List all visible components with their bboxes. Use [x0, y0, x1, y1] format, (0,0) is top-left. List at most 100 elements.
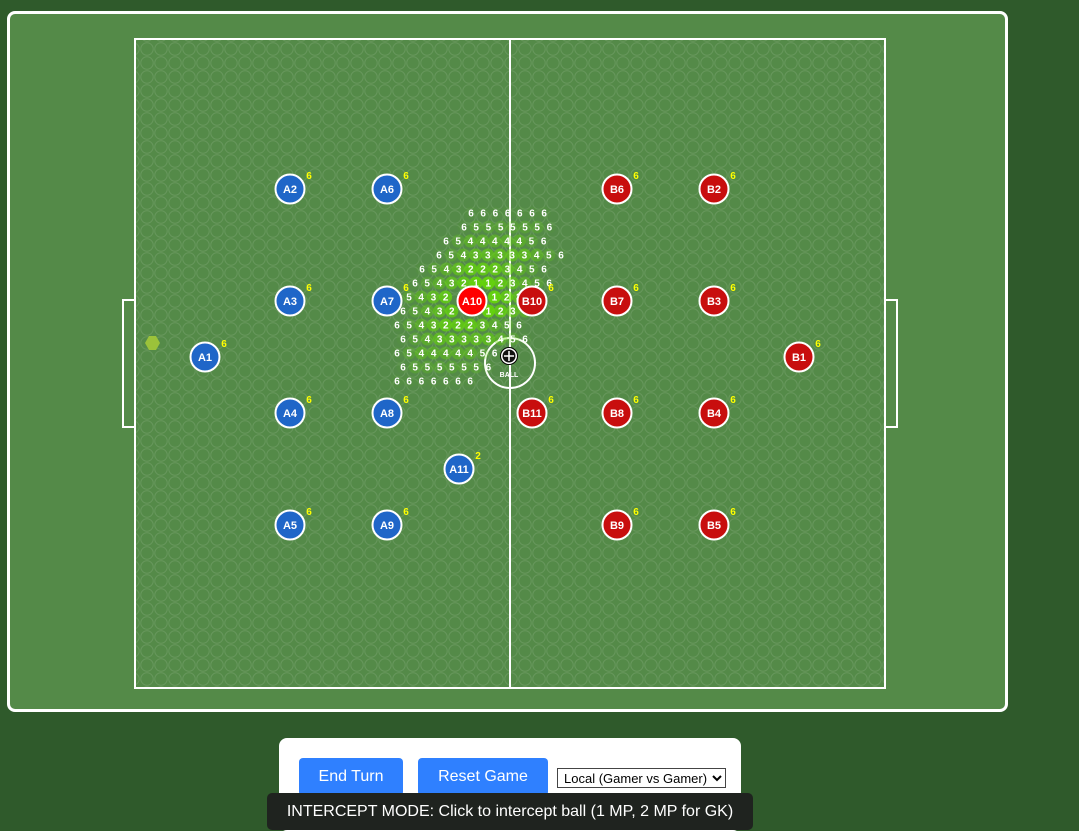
- range-cost: 6: [468, 209, 474, 220]
- range-cost: 3: [431, 293, 437, 304]
- movement-points: 6: [403, 171, 409, 182]
- range-cost: 4: [444, 265, 450, 276]
- range-cost: 3: [449, 279, 455, 290]
- range-cost: 4: [437, 279, 443, 290]
- range-cost: 5: [455, 237, 461, 248]
- range-cost: 2: [443, 293, 449, 304]
- movement-points: 6: [306, 395, 312, 406]
- range-cost: 6: [467, 377, 473, 388]
- range-cost: 6: [529, 209, 535, 220]
- range-cost: 6: [547, 223, 553, 234]
- movement-points: 6: [815, 339, 821, 350]
- range-cost: 5: [546, 251, 552, 262]
- movement-points: 6: [403, 395, 409, 406]
- range-cost: 4: [431, 349, 437, 360]
- player-label: B11: [522, 408, 542, 420]
- range-cost: 3: [510, 307, 516, 318]
- range-cost: 5: [498, 223, 504, 234]
- player-label: A10: [462, 296, 482, 308]
- range-cost: 6: [394, 377, 400, 388]
- range-cost: 3: [473, 251, 479, 262]
- range-cost: 5: [522, 223, 528, 234]
- range-cost: 4: [504, 237, 510, 248]
- range-cost: 3: [437, 335, 443, 346]
- range-cost: 6: [400, 307, 406, 318]
- range-cost: 5: [437, 363, 443, 374]
- pitch[interactable]: 6 6 6 6 6 6 66 5 5 5 5 5 5 66 5 4 4 4 4 4 5 66 5 4 3 3 3 3 3 4 5 66 5 4 3 2…: [0, 0, 1079, 831]
- reset-game-button[interactable]: Reset Game: [418, 758, 548, 796]
- game-mode-select[interactable]: Local (Gamer vs Gamer): [557, 768, 726, 788]
- range-cost: 4: [534, 251, 540, 262]
- range-cost: 3: [449, 335, 455, 346]
- player-label: B3: [707, 296, 721, 308]
- range-cost: 6: [394, 349, 400, 360]
- range-cost: 4: [480, 237, 486, 248]
- range-cost: 6: [419, 377, 425, 388]
- range-cost: 5: [448, 251, 454, 262]
- movement-points: 6: [306, 283, 312, 294]
- range-cost: 6: [522, 335, 528, 346]
- range-cost: 3: [509, 251, 515, 262]
- player-label: B8: [610, 408, 624, 420]
- range-cost: 6: [431, 377, 437, 388]
- range-cost: 4: [492, 321, 498, 332]
- range-cost: 3: [485, 251, 491, 262]
- range-cost: 6: [461, 223, 467, 234]
- range-cost: 5: [529, 265, 535, 276]
- range-cost: 2: [498, 279, 504, 290]
- movement-points: 6: [730, 171, 736, 182]
- range-cost: 6: [400, 335, 406, 346]
- range-cost: 2: [498, 307, 504, 318]
- range-cost: 5: [504, 321, 510, 332]
- end-turn-button[interactable]: End Turn: [299, 758, 403, 796]
- range-cost: 6: [455, 377, 461, 388]
- range-cost: 6: [541, 265, 547, 276]
- movement-points: 2: [475, 451, 481, 462]
- range-cost: 6: [412, 279, 418, 290]
- movement-points: 6: [403, 283, 409, 294]
- range-cost: 4: [455, 349, 461, 360]
- range-cost: 1: [485, 279, 491, 290]
- player-label: A6: [380, 184, 394, 196]
- range-cost: 3: [456, 265, 462, 276]
- range-cost: 6: [443, 377, 449, 388]
- range-cost: 6: [505, 209, 511, 220]
- range-cost: 6: [400, 363, 406, 374]
- range-cost: 5: [412, 335, 418, 346]
- range-cost: 4: [425, 307, 431, 318]
- player-label: A1: [198, 352, 212, 364]
- range-cost: 6: [517, 209, 523, 220]
- range-cost: 5: [480, 349, 486, 360]
- range-cost: 6: [558, 251, 564, 262]
- player-label: A11: [449, 464, 469, 476]
- player-label: A8: [380, 408, 394, 420]
- right-goal: [885, 299, 898, 428]
- range-cost: 6: [486, 363, 492, 374]
- player-label: B10: [522, 296, 542, 308]
- player-label: A9: [380, 520, 394, 532]
- range-cost: 2: [480, 265, 486, 276]
- range-cost: 4: [443, 349, 449, 360]
- range-cost: 3: [437, 307, 443, 318]
- range-cost: 6: [541, 209, 547, 220]
- range-cost: 2: [504, 293, 510, 304]
- range-cost: 4: [498, 335, 504, 346]
- player-label: A4: [283, 408, 298, 420]
- movement-points: 6: [730, 507, 736, 518]
- range-cost: 3: [510, 279, 516, 290]
- movement-points: 6: [633, 507, 639, 518]
- range-cost: 3: [505, 265, 511, 276]
- range-cost: 1: [486, 307, 492, 318]
- movement-points: 6: [548, 283, 554, 294]
- player-token-a10[interactable]: A10: [456, 285, 488, 317]
- range-cost: 2: [443, 321, 449, 332]
- range-cost: 5: [406, 293, 412, 304]
- range-cost: 5: [425, 363, 431, 374]
- player-label: B6: [610, 184, 624, 196]
- range-cost: 3: [497, 251, 503, 262]
- player-label: A7: [380, 296, 394, 308]
- left-goal: [122, 299, 135, 428]
- range-cost: 5: [406, 349, 412, 360]
- range-cost: 6: [493, 209, 499, 220]
- player-label: B1: [792, 352, 806, 364]
